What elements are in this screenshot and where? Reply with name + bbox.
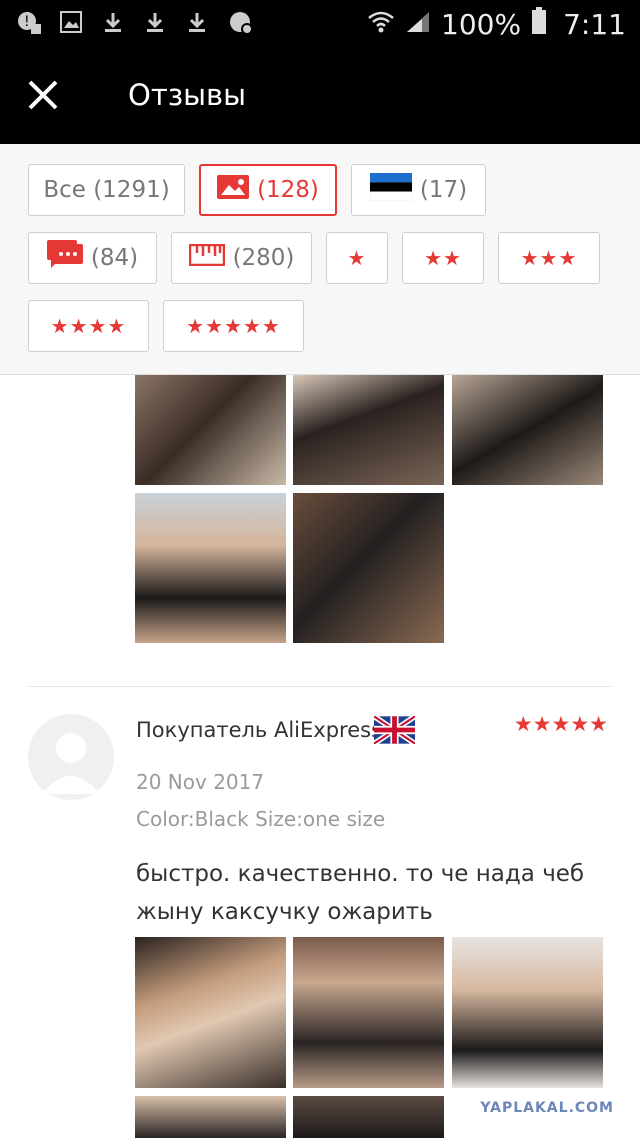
filter-4-star[interactable]: ★★★★ [28,300,149,352]
review-date: 20 Nov 2017 [136,770,265,794]
review-photo[interactable] [293,937,444,1088]
review-divider [28,686,612,687]
filter-2-star[interactable]: ★★ [402,232,484,284]
review-properties: Color:Black Size:one size [136,807,386,831]
star-rating-4: ★★★★ [50,314,127,338]
filter-1-star[interactable]: ★ [326,232,388,284]
download-icon [184,10,210,36]
review-star-rating: ★★★★★ [513,713,608,736]
review-text: быстро. качественно. то че нада чеб жыну… [136,861,585,925]
svg-text:!: ! [24,14,30,30]
filter-size[interactable]: (280) [171,232,312,284]
wifi-icon [367,8,395,41]
image-icon [58,10,84,36]
filter-panel: Все (1291) (128) (17) (84) (280) ★ ★★ ★★… [0,144,640,375]
comment-icon [46,240,83,276]
battery-percent: 100% [441,7,522,41]
estonia-flag-icon [369,173,413,207]
avatar [28,714,114,800]
clock: 7:11 [563,7,626,41]
star-rating-2: ★★ [424,246,462,270]
battery-icon [531,6,547,42]
review-photo[interactable] [135,493,286,643]
filter-all-label: Все (1291) [43,177,170,203]
review-photo[interactable] [135,1096,286,1138]
filter-country[interactable]: (17) [351,164,486,216]
filter-5-star[interactable]: ★★★★★ [163,300,304,352]
page-title: Отзывы [128,78,247,112]
star-rating-1: ★ [347,246,367,270]
review-photo[interactable] [293,493,444,643]
filter-comments[interactable]: (84) [28,232,157,284]
review-photo[interactable] [135,375,286,485]
uk-flag-icon [372,714,417,746]
status-bar: ! 100% 7:11 [0,0,640,48]
signal-icon [405,8,431,41]
filter-3-star[interactable]: ★★★ [498,232,600,284]
download-icon [142,10,168,36]
shield-icon [228,10,254,36]
download-icon [100,10,126,36]
review-photo[interactable] [293,1096,444,1138]
star-rating-3: ★★★ [520,246,578,270]
filter-all[interactable]: Все (1291) [28,164,185,216]
filter-comments-count: (84) [90,245,139,271]
review-photo[interactable] [452,937,603,1088]
warning-icon: ! [16,10,42,36]
close-icon[interactable] [24,76,64,116]
filter-photos-count: (128) [257,177,319,203]
review-photo[interactable] [135,937,286,1088]
app-bar: Отзывы [0,48,640,144]
status-right: 100% 7:11 [367,4,626,44]
filter-photos[interactable]: (128) [199,164,337,216]
filter-country-count: (17) [419,177,468,203]
ruler-icon [188,243,225,272]
review-author: Покупатель AliExpress [136,718,383,742]
filter-size-count: (280) [232,245,295,271]
review-photo[interactable] [452,375,603,485]
photo-icon [217,175,250,205]
watermark: YAPLAKAL.COM [480,1100,614,1116]
review-photo[interactable] [293,375,444,485]
star-rating-5: ★★★★★ [186,314,281,338]
